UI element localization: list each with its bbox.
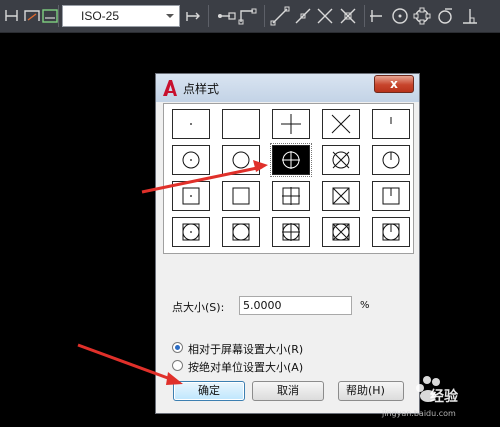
point-style-circle-square-x[interactable] <box>322 217 360 247</box>
dialog-title: 点样式 <box>183 82 220 96</box>
snap-endpoint-icon[interactable] <box>216 6 236 26</box>
point-style-grid <box>163 103 414 254</box>
point-size-label: 点大小(S): <box>172 301 225 314</box>
watermark-url: jingyan.baidu.com <box>382 409 456 418</box>
dim-style-value: ISO-25 <box>81 9 120 23</box>
point-style-circle-square[interactable] <box>222 217 260 247</box>
radio-absolute-size[interactable]: 按绝对单位设置大小(A) <box>172 359 372 374</box>
point-style-square-x[interactable] <box>322 181 360 211</box>
snap-apparent-icon[interactable] <box>338 6 358 26</box>
dialog-titlebar[interactable]: 点样式 x <box>156 74 419 102</box>
dim-aligned-icon[interactable] <box>22 6 42 26</box>
point-size-unit: % <box>360 300 370 311</box>
dim-style-dropdown[interactable]: ISO-25 <box>62 5 180 27</box>
point-size-input[interactable]: 5.0000 <box>239 296 352 315</box>
snap-midpoint-icon[interactable] <box>238 6 258 26</box>
point-style-dialog: 点样式 x 点大小(S): 5.0000 % 相对于屏幕设置大小(R) 按绝对单… <box>155 73 420 414</box>
point-style-circle-square-plus[interactable] <box>272 217 310 247</box>
close-icon: x <box>390 77 398 91</box>
dim-linear-icon[interactable] <box>3 6 23 26</box>
snap-intersection-icon[interactable] <box>315 6 335 26</box>
radio-absolute-indicator[interactable] <box>172 360 183 371</box>
help-button[interactable]: 帮助(H) <box>338 381 404 401</box>
point-style-square-tick[interactable] <box>372 181 410 211</box>
point-style-circle[interactable] <box>222 145 260 175</box>
point-style-circle-x[interactable] <box>322 145 360 175</box>
point-style-plus[interactable] <box>272 109 310 139</box>
dimension-toolbar: ISO-25 <box>0 0 500 33</box>
chevron-down-icon <box>163 8 177 24</box>
radio-relative-indicator[interactable] <box>172 342 183 353</box>
snap-center-icon[interactable] <box>390 6 410 26</box>
point-style-circle-plus[interactable] <box>270 143 312 177</box>
toolbar-separator <box>208 5 209 27</box>
snap-extension-icon[interactable] <box>368 6 388 26</box>
toolbar-separator <box>58 5 59 27</box>
snap-node-icon[interactable] <box>293 6 313 26</box>
autocad-logo-icon <box>162 79 178 97</box>
point-style-circle-tick[interactable] <box>372 145 410 175</box>
snap-quadrant-icon[interactable] <box>412 6 432 26</box>
radio-relative-size[interactable]: 相对于屏幕设置大小(R) <box>172 341 372 356</box>
ok-button[interactable]: 确定 <box>173 381 245 401</box>
dim-style-icon[interactable] <box>40 6 60 26</box>
point-style-tick[interactable] <box>372 109 410 139</box>
radio-relative-label: 相对于屏幕设置大小(R) <box>188 343 304 356</box>
point-style-square-plus[interactable] <box>272 181 310 211</box>
snap-line-icon[interactable] <box>270 6 290 26</box>
point-style-dot[interactable] <box>172 109 210 139</box>
snap-perpendicular-icon[interactable] <box>460 6 480 26</box>
point-style-x[interactable] <box>322 109 360 139</box>
point-style-circle-square-tick[interactable] <box>372 217 410 247</box>
snap-tangent-icon[interactable] <box>436 6 456 26</box>
dim-update-icon[interactable] <box>184 6 204 26</box>
toolbar-separator <box>264 5 265 27</box>
point-style-square-dot[interactable] <box>172 181 210 211</box>
point-style-square[interactable] <box>222 181 260 211</box>
point-style-circle-dot[interactable] <box>172 145 210 175</box>
point-style-none[interactable] <box>222 109 260 139</box>
watermark-text: 经验 <box>430 389 458 405</box>
point-style-circle-square-dot[interactable] <box>172 217 210 247</box>
toolbar-separator <box>364 5 365 27</box>
cancel-button[interactable]: 取消 <box>252 381 324 401</box>
radio-absolute-label: 按绝对单位设置大小(A) <box>188 361 304 374</box>
close-button[interactable]: x <box>374 75 414 93</box>
